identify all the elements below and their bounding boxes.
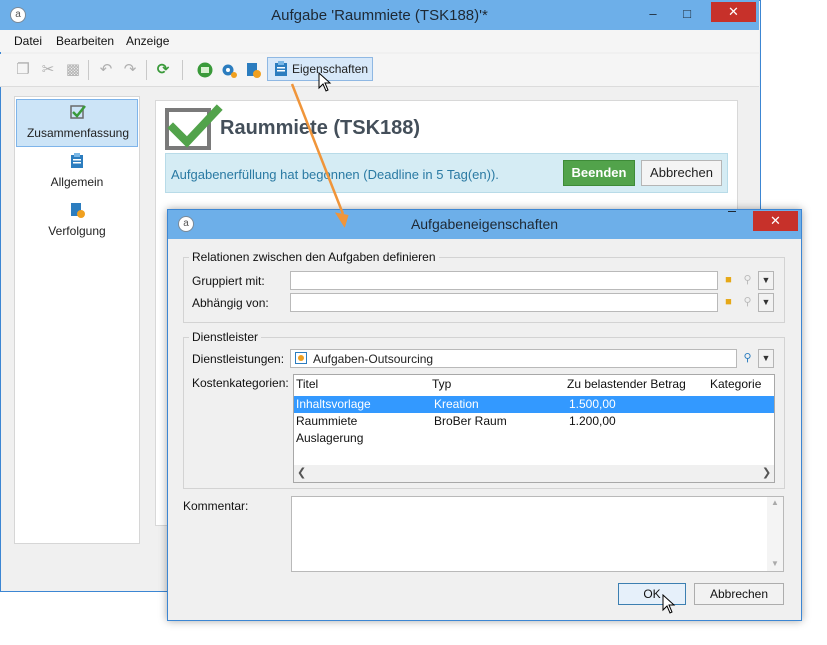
comment-label: Kommentar:	[183, 499, 249, 513]
sidebar: Zusammenfassung Allgemein Verfolgung	[14, 96, 140, 544]
folder-icon[interactable]: ■	[720, 272, 737, 289]
column-header-type[interactable]: Typ	[432, 377, 451, 391]
chevron-down-icon[interactable]: ▼	[771, 559, 779, 568]
abort-button[interactable]: Abbrechen	[641, 160, 722, 186]
dialog-title: Aufgabeneigenschaften	[410, 216, 559, 232]
minimize-icon[interactable]: –	[638, 4, 668, 24]
mouse-cursor-icon	[662, 594, 676, 614]
sidebar-item-label: Verfolgung	[48, 224, 106, 238]
grouped-with-label: Gruppiert mit:	[192, 274, 265, 288]
cell-amount: 1.500,00	[569, 397, 616, 411]
vertical-scrollbar[interactable]: ▲ ▼	[767, 497, 783, 571]
cut-icon[interactable]: ✂	[39, 61, 57, 79]
depends-on-input[interactable]	[290, 293, 718, 312]
mouse-cursor-icon	[318, 72, 332, 92]
menu-anzeige[interactable]: Anzeige	[126, 34, 169, 48]
copy-icon[interactable]: ❐	[14, 61, 32, 79]
sidebar-item-general[interactable]: Allgemein	[16, 149, 138, 197]
dialog-cancel-button[interactable]: Abbrechen	[694, 583, 784, 605]
tracking-icon	[16, 202, 138, 222]
chevron-down-icon[interactable]: ▼	[758, 349, 774, 368]
menu-datei[interactable]: Datei	[14, 34, 42, 48]
settings-icon[interactable]	[220, 61, 238, 79]
services-label: Dienstleistungen:	[192, 352, 285, 366]
grouped-with-input[interactable]	[290, 271, 718, 290]
search-icon[interactable]: ⚲	[739, 272, 756, 289]
chevron-up-icon[interactable]: ▲	[771, 498, 779, 507]
refresh-icon[interactable]: ⟳	[154, 61, 172, 79]
relations-legend: Relationen zwischen den Aufgaben definie…	[189, 250, 439, 264]
relations-group	[183, 257, 785, 323]
toolbar-separator	[88, 60, 89, 80]
status-text: Aufgabenerfüllung hat begonnen (Deadline…	[171, 167, 499, 182]
column-header-category[interactable]: Kategorie	[710, 377, 761, 391]
search-icon[interactable]: ⚲	[739, 294, 756, 311]
close-icon[interactable]: ✕	[711, 2, 756, 22]
sidebar-item-summary[interactable]: Zusammenfassung	[16, 99, 138, 147]
clipboard-icon	[16, 153, 138, 173]
cell-title: Auslagerung	[296, 431, 364, 445]
cell-title: Raummiete	[296, 414, 358, 428]
table-row[interactable]: Auslagerung	[294, 430, 774, 447]
maximize-icon[interactable]: □	[672, 4, 702, 24]
sidebar-item-tracking[interactable]: Verfolgung	[16, 198, 138, 246]
menubar: Datei Bearbeiten Anzeige	[0, 30, 759, 52]
chevron-down-icon[interactable]: ▼	[758, 271, 774, 290]
green-task-icon[interactable]	[196, 61, 214, 79]
sidebar-item-label: Allgemein	[50, 175, 104, 189]
chevron-left-icon[interactable]: ❮	[297, 466, 306, 479]
cost-categories-label: Kostenkategorien:	[192, 376, 289, 390]
page-title: Raummiete (TSK188)	[220, 117, 421, 139]
menu-bearbeiten[interactable]: Bearbeiten	[56, 34, 114, 48]
table-row[interactable]: Raummiete BroBer Raum 1.200,00	[294, 413, 774, 430]
main-titlebar[interactable]: a Aufgabe 'Raummiete (TSK188)'* – □ ✕	[0, 0, 759, 30]
horizontal-scrollbar[interactable]: ❮ ❯	[294, 465, 774, 482]
cell-amount: 1.200,00	[569, 414, 616, 428]
undo-icon[interactable]: ↶	[97, 61, 115, 79]
column-header-amount[interactable]: Zu belastender Betrag	[567, 377, 686, 391]
check-icon	[17, 104, 139, 124]
paste-icon[interactable]: ▩	[64, 61, 82, 79]
provider-legend: Dienstleister	[189, 330, 262, 344]
clipboard-icon	[274, 61, 288, 80]
chevron-right-icon[interactable]: ❯	[762, 466, 771, 479]
table-row[interactable]: Inhaltsvorlage Kreation 1.500,00	[294, 396, 774, 413]
services-value: Aufgaben-Outsourcing	[313, 352, 434, 366]
toolbar-separator	[146, 60, 147, 80]
column-header-title[interactable]: Titel	[296, 377, 318, 391]
chevron-down-icon[interactable]: ▼	[758, 293, 774, 312]
depends-on-label: Abhängig von:	[192, 296, 269, 310]
task-status-check-icon	[165, 104, 223, 150]
tracking-icon[interactable]	[244, 61, 262, 79]
outsourcing-icon	[295, 352, 307, 364]
finish-button[interactable]: Beenden	[563, 160, 635, 186]
comment-textarea[interactable]	[291, 496, 784, 572]
cell-title: Inhaltsvorlage	[296, 397, 371, 411]
redo-icon[interactable]: ↷	[121, 61, 139, 79]
sidebar-item-label: Zusammenfassung	[26, 126, 130, 140]
folder-icon[interactable]: ■	[720, 294, 737, 311]
search-icon[interactable]: ⚲	[739, 350, 756, 367]
cell-type: Kreation	[434, 397, 479, 411]
toolbar-separator	[182, 60, 183, 80]
cell-type: BroBer Raum	[434, 414, 507, 428]
services-input[interactable]: Aufgaben-Outsourcing	[290, 349, 737, 368]
